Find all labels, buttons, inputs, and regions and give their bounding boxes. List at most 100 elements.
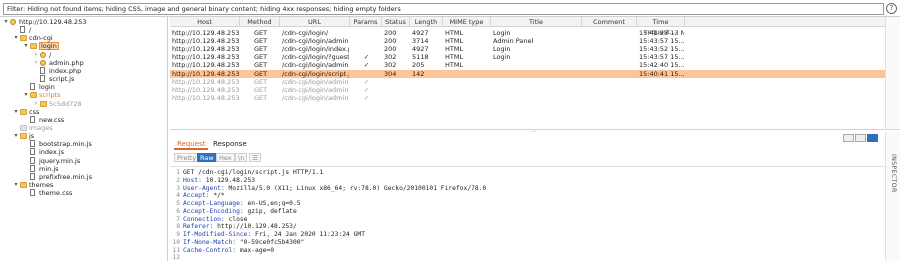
tree-node-label: http://10.129.48.253 — [19, 18, 87, 26]
cell-url: /cdn-cgi/login/script.js — [282, 69, 349, 78]
table-row[interactable]: http://10.129.48.253 GET/cdn-cgi/login/ad… — [170, 94, 885, 102]
cell-length: 3714 — [412, 37, 429, 46]
site-map-tree: ▾ http://10.129.48.253/▾ cdn-cgi ▾ login › / › a… — [0, 17, 168, 261]
tab-response[interactable]: Response — [210, 138, 250, 150]
tree-node[interactable]: prefixfree.min.js — [0, 172, 167, 181]
cell-title — [493, 86, 581, 94]
hex-button[interactable]: Hex — [216, 153, 235, 162]
chevron-down-icon[interactable]: ▾ — [23, 91, 29, 99]
file-icon — [30, 83, 35, 91]
column-header-params[interactable]: Params — [350, 17, 382, 27]
header-value: */* — [209, 192, 225, 200]
tree-node[interactable]: › 5c5dd728 — [0, 100, 167, 108]
table-row[interactable]: http://10.129.48.253 GET/cdn-cgi/login/ad… — [170, 61, 885, 69]
tree-node-label: cdn-cgi — [29, 34, 53, 43]
cell-mime: HTML — [445, 61, 464, 70]
table-row[interactable]: http://10.129.48.253 GET/cdn-cgi/login/ad… — [170, 86, 885, 94]
tab-request[interactable]: Request — [174, 138, 209, 150]
tree-node[interactable]: ▾ login — [0, 42, 167, 51]
column-header-title[interactable]: Title — [491, 17, 582, 27]
newline-toggle-button[interactable]: \n — [235, 153, 248, 162]
table-row[interactable]: http://10.129.48.253 GET/cdn-cgi/login/ad… — [170, 78, 885, 86]
cell-comment — [584, 37, 636, 45]
cell-comment — [584, 29, 636, 37]
column-header-method[interactable]: Method — [240, 17, 280, 27]
tree-node[interactable]: bootstrap.min.js — [0, 140, 167, 148]
column-header-length[interactable]: Length — [410, 17, 443, 27]
cell-mime: HTML — [445, 37, 464, 46]
table-row[interactable]: http://10.129.48.253 GET/cdn-cgi/login/in… — [170, 45, 885, 53]
tree-node[interactable]: ▾ css — [0, 108, 167, 116]
layout-split-horizontal-icon[interactable] — [843, 134, 854, 142]
filter-settings-field[interactable]: Filter: Hiding not found items; hiding C… — [3, 3, 884, 15]
column-header-mime[interactable]: MIME type — [443, 17, 491, 27]
cell-comment — [584, 78, 636, 86]
tree-node[interactable]: / — [0, 26, 167, 34]
column-header-host[interactable]: Host — [170, 17, 240, 27]
pretty-button[interactable]: Pretty — [174, 153, 200, 162]
folder-icon — [20, 182, 27, 188]
chevron-down-icon[interactable]: ▾ — [13, 108, 19, 116]
header-name: Accept-Encoding: — [183, 207, 244, 215]
tree-node[interactable]: jquery.min.js — [0, 156, 167, 165]
inspector-label[interactable]: INSPECTOR — [889, 154, 897, 193]
tree-node[interactable]: › admin.php — [0, 59, 167, 67]
tree-node[interactable]: ▾ cdn-cgi — [0, 34, 167, 43]
cell-length: 142 — [412, 69, 425, 78]
tree-node[interactable]: ▾ scripts — [0, 91, 167, 100]
chevron-down-icon[interactable]: ▾ — [13, 181, 19, 189]
tree-node[interactable]: › / — [0, 51, 167, 59]
header-name: Referer: — [183, 223, 214, 231]
table-row[interactable]: http://10.129.48.253 GET/cdn-cgi/login/20… — [170, 29, 885, 37]
column-header-status[interactable]: Status — [382, 17, 410, 27]
cell-status: 200 — [384, 37, 397, 46]
inspector-sidebar[interactable]: INSPECTOR — [885, 132, 900, 261]
chevron-right-icon[interactable]: › — [33, 59, 39, 67]
column-header-time[interactable]: Time request... — [637, 17, 685, 36]
cell-title: Admin Panel — [493, 37, 534, 46]
file-icon — [30, 148, 35, 156]
cell-params: ✓ — [363, 85, 370, 94]
cell-method: GET — [253, 37, 268, 46]
layout-tabs-icon[interactable] — [867, 134, 878, 142]
request-body[interactable]: 1 GET /cdn-cgi/login/script.js HTTP/1.1 2 H… — [170, 166, 885, 261]
tree-node-label: jquery.min.js — [39, 156, 81, 165]
tree-node-label: login — [39, 83, 55, 92]
tree-node[interactable]: script.js — [0, 75, 167, 83]
column-header-comment[interactable]: Comment — [582, 17, 637, 27]
table-row[interactable]: http://10.129.48.253 GET/cdn-cgi/login/ad… — [170, 37, 885, 45]
cell-method: GET — [253, 93, 268, 102]
table-scrollbar[interactable] — [885, 17, 900, 129]
raw-button[interactable]: Raw — [197, 153, 217, 162]
chevron-down-icon[interactable]: ▾ — [13, 132, 19, 140]
chevron-right-icon[interactable]: › — [33, 100, 39, 108]
tree-node[interactable]: min.js — [0, 164, 167, 173]
menu-icon[interactable]: ☰ — [249, 153, 261, 162]
tree-node[interactable]: ▾ js — [0, 132, 167, 140]
chevron-down-icon[interactable]: ▾ — [23, 42, 29, 50]
table-row[interactable]: http://10.129.48.253 GET/cdn-cgi/login/sc… — [170, 69, 885, 78]
tree-node[interactable]: ▾ http://10.129.48.253 — [0, 18, 167, 26]
cell-time — [639, 86, 684, 94]
cell-method: GET — [253, 61, 268, 70]
tree-node[interactable]: ▾ themes — [0, 181, 167, 189]
tree-node-label: scripts — [39, 91, 61, 100]
tree-node[interactable]: images — [0, 124, 167, 132]
tree-node[interactable]: login — [0, 83, 167, 92]
tree-node[interactable]: new.css — [0, 115, 167, 124]
chevron-down-icon[interactable]: ▾ — [13, 34, 19, 42]
chevron-down-icon[interactable]: ▾ — [3, 18, 9, 26]
tree-node[interactable]: index.js — [0, 148, 167, 156]
table-row[interactable]: http://10.129.48.253 GET/cdn-cgi/login/?g… — [170, 53, 885, 61]
help-icon[interactable]: ? — [886, 3, 897, 14]
cell-params: ✓ — [363, 93, 370, 102]
layout-split-vertical-icon[interactable] — [855, 134, 866, 142]
gear-icon — [40, 59, 46, 66]
request-line: 11 Cache-Control: max-age=0 — [170, 247, 274, 255]
cell-url: /cdn-cgi/login/admin.ph... — [282, 77, 349, 86]
header-name: If-Modified-Since: — [183, 231, 252, 238]
chevron-right-icon[interactable]: › — [33, 51, 39, 59]
tree-node[interactable]: index.php — [0, 66, 167, 75]
column-header-url[interactable]: URL — [280, 17, 350, 27]
tree-node[interactable]: theme.css — [0, 189, 167, 197]
